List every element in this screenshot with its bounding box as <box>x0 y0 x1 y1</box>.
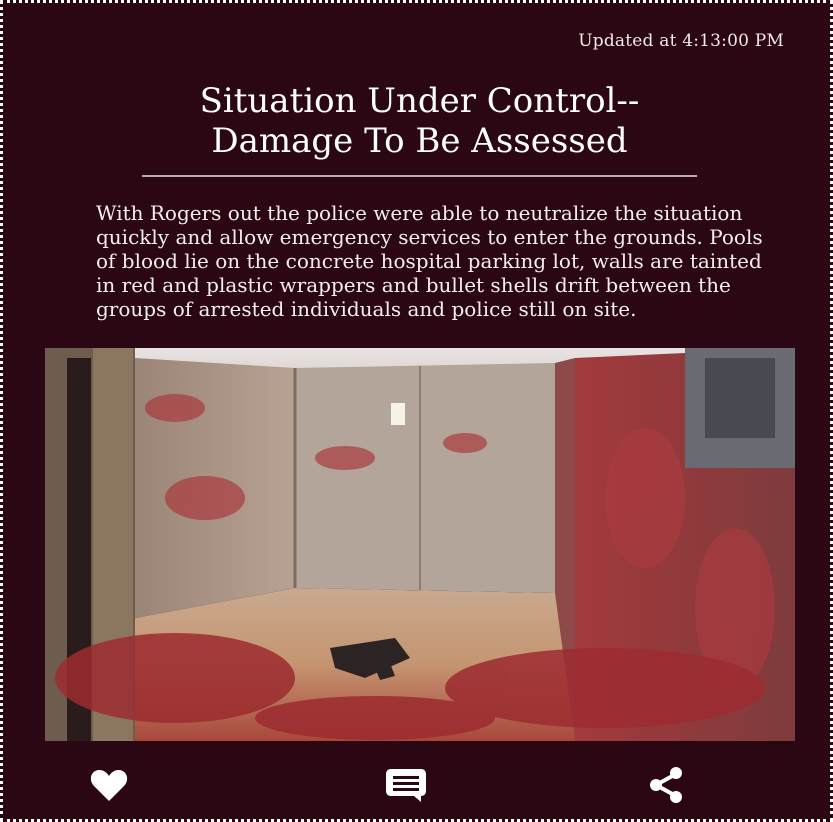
title-divider <box>142 175 697 177</box>
updated-timestamp: Updated at 4:13:00 PM <box>578 31 784 51</box>
article-image <box>45 348 795 741</box>
comment-icon <box>386 769 426 802</box>
action-bar <box>3 763 830 807</box>
share-button[interactable] <box>644 763 688 807</box>
article-title: Situation Under Control-- Damage To Be A… <box>199 81 640 161</box>
heart-icon <box>90 770 128 801</box>
comment-button[interactable] <box>384 763 428 807</box>
like-button[interactable] <box>87 763 131 807</box>
article-body: With Rogers out the police were able to … <box>96 201 763 321</box>
news-card: Updated at 4:13:00 PM Situation Under Co… <box>0 0 833 822</box>
share-icon <box>650 767 682 803</box>
